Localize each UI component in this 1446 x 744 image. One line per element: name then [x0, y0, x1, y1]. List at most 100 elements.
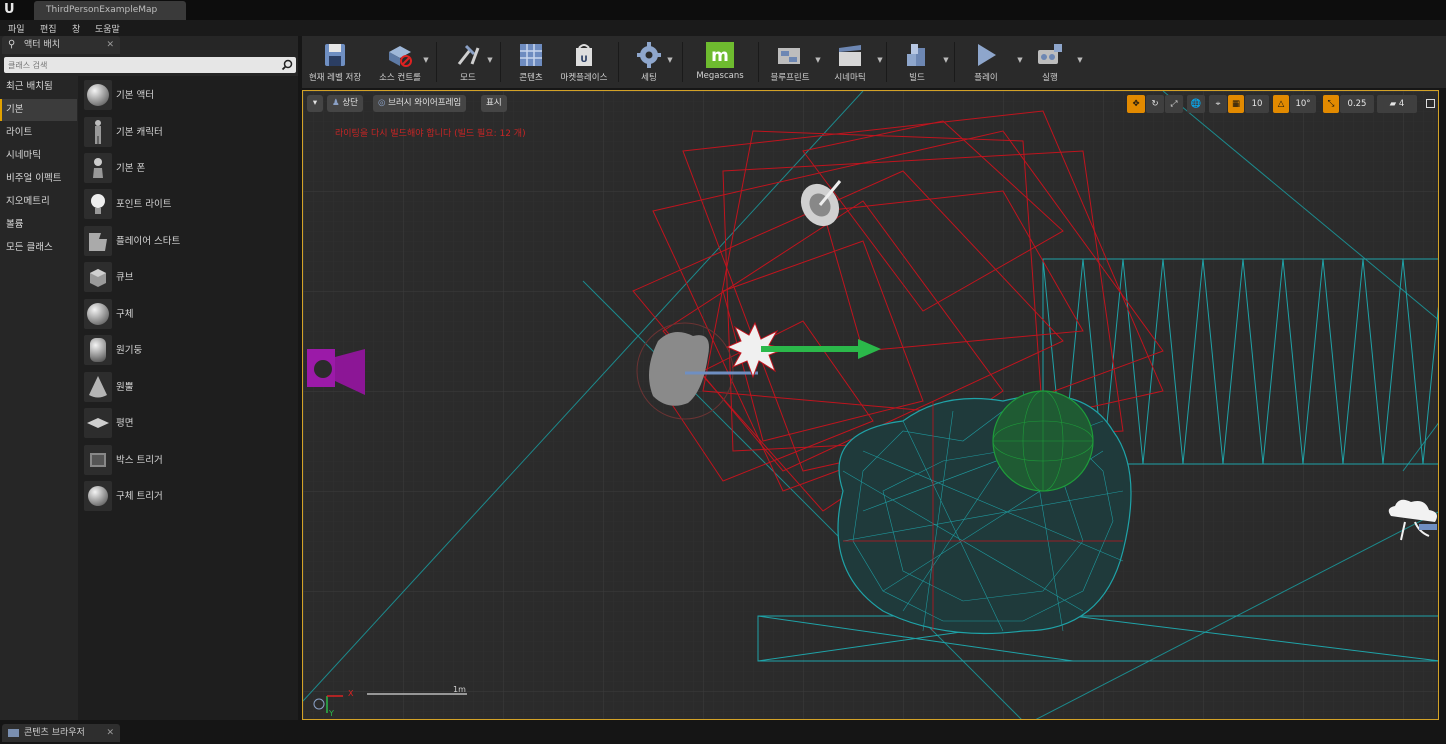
- item-label: 플레이어 스타트: [116, 236, 181, 247]
- plane-icon: [84, 408, 112, 438]
- list-item[interactable]: 기본 폰: [78, 151, 298, 187]
- menu-edit[interactable]: 편집: [40, 22, 57, 35]
- list-item[interactable]: 기본 액터: [78, 78, 298, 114]
- list-item[interactable]: 구체: [78, 297, 298, 333]
- list-item[interactable]: 큐브: [78, 260, 298, 296]
- sphere-icon: [84, 299, 112, 329]
- list-item[interactable]: 원뿔: [78, 370, 298, 406]
- content-label: 콘텐츠: [519, 73, 543, 83]
- close-icon[interactable]: ✕: [106, 36, 114, 54]
- gear-icon: [637, 42, 661, 68]
- menu-help[interactable]: 도움말: [95, 22, 120, 35]
- category-all-classes[interactable]: 모든 클래스: [0, 237, 77, 259]
- item-label: 구체 트리거: [116, 491, 163, 502]
- chevron-down-icon[interactable]: ▼: [666, 56, 674, 64]
- render-mode-button[interactable]: ◎ 브러시 와이어프레임: [373, 95, 467, 112]
- scale-tool-icon[interactable]: ⤢: [1165, 95, 1183, 113]
- category-visual-effects[interactable]: 비주얼 이펙트: [0, 168, 77, 190]
- save-icon: [325, 44, 345, 66]
- category-basic[interactable]: 기본: [0, 99, 77, 121]
- view-mode-button[interactable]: ♟ 상단: [327, 95, 363, 112]
- cinematics-button[interactable]: 시네마틱 ▼: [824, 38, 883, 86]
- chevron-down-icon[interactable]: ▼: [814, 56, 822, 64]
- viewport-snap-toolbar: ✥ ↻ ⤢ 🌐 ⌖ ▦ 10 △ 10° ⤡ 0.25 ▰ 4: [1127, 95, 1427, 113]
- translate-tool-icon[interactable]: ✥: [1127, 95, 1145, 113]
- place-actors-tab-label: 액터 배치: [24, 40, 60, 50]
- rotation-snap-value[interactable]: 10°: [1290, 95, 1316, 113]
- chevron-down-icon[interactable]: ▼: [942, 56, 950, 64]
- source-control-button[interactable]: 소스 컨트롤 ▼: [370, 38, 430, 86]
- launch-button[interactable]: 실행 ▼: [1024, 38, 1083, 86]
- play-button[interactable]: 플레이 ▼: [960, 38, 1023, 86]
- list-item[interactable]: 구체 트리거: [78, 479, 298, 515]
- actor-icon: [84, 80, 112, 110]
- chevron-down-icon[interactable]: ▼: [486, 56, 494, 64]
- toolbar-separator: [618, 42, 619, 82]
- actor-item-list: 기본 액터 기본 캐릭터 기본 폰 포인트 라이트 플레이어 스타트 큐브 구체: [78, 76, 298, 720]
- level-document-tab[interactable]: ThirdPersonExampleMap: [34, 1, 186, 20]
- blueprints-button[interactable]: 블루프린트 ▼: [764, 38, 821, 86]
- list-item[interactable]: 플레이어 스타트: [78, 224, 298, 260]
- content-browser-tab[interactable]: 콘텐츠 브라우저 ✕: [2, 724, 120, 742]
- maximize-viewport-icon[interactable]: [1426, 99, 1435, 108]
- menu-file[interactable]: 파일: [8, 22, 25, 35]
- close-icon[interactable]: ✕: [106, 724, 114, 742]
- place-actors-tab[interactable]: ⚲ 액터 배치 ✕: [2, 36, 120, 54]
- build-button[interactable]: 빌드 ▼: [892, 38, 949, 86]
- content-button[interactable]: 콘텐츠: [506, 38, 556, 86]
- megascans-label: Megascans: [696, 71, 744, 81]
- scale-snap-icon[interactable]: ⤡: [1323, 95, 1339, 113]
- category-recent[interactable]: 최근 배치됨: [0, 76, 77, 98]
- build-icon: [907, 44, 925, 66]
- list-item[interactable]: 포인트 라이트: [78, 187, 298, 223]
- category-cinematic[interactable]: 시네마틱: [0, 145, 77, 167]
- item-label: 평면: [116, 418, 134, 429]
- chevron-down-icon[interactable]: ▼: [1076, 56, 1084, 64]
- megascans-button[interactable]: m Megascans: [688, 38, 752, 86]
- category-volumes[interactable]: 볼륨: [0, 214, 77, 236]
- search-icon[interactable]: [281, 59, 293, 71]
- grid-snap-value[interactable]: 10: [1245, 95, 1269, 113]
- class-search-input[interactable]: [8, 57, 278, 73]
- rotate-tool-icon[interactable]: ↻: [1146, 95, 1164, 113]
- surface-snap-icon[interactable]: ⌖: [1209, 95, 1227, 113]
- scale-snap-value[interactable]: 0.25: [1340, 95, 1374, 113]
- chevron-down-icon[interactable]: ▼: [422, 56, 430, 64]
- toolbar-separator: [886, 42, 887, 82]
- modes-icon: [457, 44, 480, 65]
- marketplace-label: 마켓플레이스: [560, 73, 608, 83]
- category-geometry[interactable]: 지오메트리: [0, 191, 77, 213]
- chevron-down-icon[interactable]: ▼: [1016, 56, 1024, 64]
- unreal-logo-icon[interactable]: U: [4, 2, 20, 18]
- viewport-options-button[interactable]: ▾: [307, 95, 323, 112]
- list-item[interactable]: 평면: [78, 406, 298, 442]
- list-item[interactable]: 원기둥: [78, 333, 298, 369]
- chevron-down-icon[interactable]: ▼: [876, 56, 884, 64]
- title-bar: U ThirdPersonExampleMap: [0, 0, 1446, 20]
- list-item[interactable]: 기본 캐릭터: [78, 115, 298, 151]
- modes-label: 모드: [460, 73, 476, 83]
- camera-speed-control[interactable]: ▰ 4: [1377, 95, 1417, 113]
- item-label: 기본 폰: [116, 163, 146, 174]
- item-label: 박스 트리거: [116, 455, 163, 466]
- marketplace-button[interactable]: U 마켓플레이스: [556, 38, 612, 86]
- source-control-label: 소스 컨트롤: [379, 73, 421, 83]
- content-browser-icon: [8, 729, 19, 737]
- settings-button[interactable]: 세팅 ▼: [624, 38, 674, 86]
- item-label: 기본 캐릭터: [116, 127, 163, 138]
- menu-window[interactable]: 창: [72, 22, 80, 35]
- grid-snap-icon[interactable]: ▦: [1228, 95, 1244, 113]
- list-item[interactable]: 박스 트리거: [78, 443, 298, 479]
- viewport-scene[interactable]: [303, 91, 1439, 720]
- rotation-snap-icon[interactable]: △: [1273, 95, 1289, 113]
- modes-button[interactable]: 모드 ▼: [442, 38, 494, 86]
- category-lights[interactable]: 라이트: [0, 122, 77, 144]
- cylinder-icon: [84, 335, 112, 365]
- level-viewport[interactable]: ▾ ♟ 상단 ◎ 브러시 와이어프레임 표시 라이팅을 다시 빌드해야 합니다 …: [302, 90, 1439, 720]
- launch-label: 실행: [1042, 73, 1058, 83]
- save-level-button[interactable]: 현재 레벨 저장: [304, 38, 366, 86]
- world-local-icon[interactable]: 🌐: [1187, 95, 1205, 113]
- show-button[interactable]: 표시: [481, 95, 507, 112]
- toolbar-separator: [682, 42, 683, 82]
- item-label: 원뿔: [116, 382, 134, 393]
